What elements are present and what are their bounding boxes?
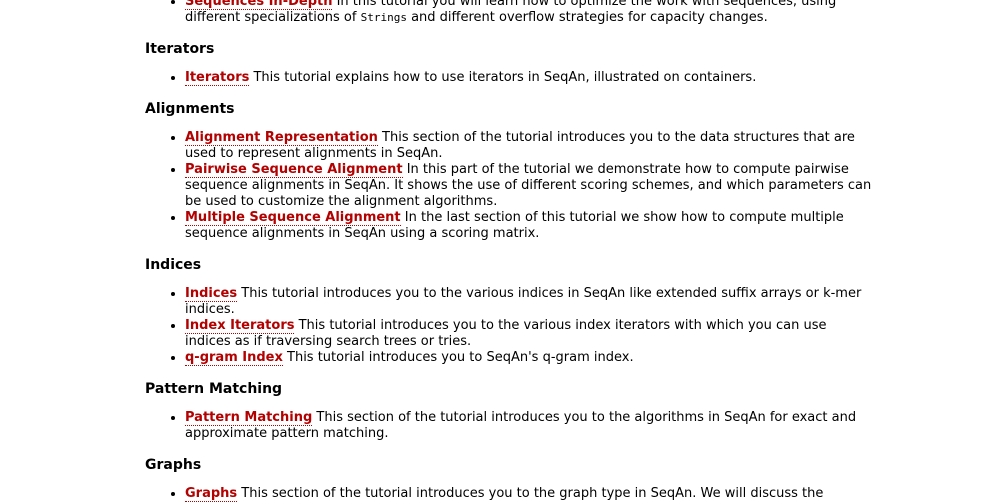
pattern-matching-link[interactable]: Pattern Matching bbox=[185, 410, 313, 426]
item-description: This section of the tutorial introduces … bbox=[237, 486, 824, 501]
iterators-link[interactable]: Iterators bbox=[185, 70, 250, 86]
heading-graphs: Graphs bbox=[145, 457, 202, 473]
sequences-in-depth-link[interactable]: Sequences In-Depth bbox=[185, 0, 333, 10]
graphs-list: Graphs This section of the tutorial intr… bbox=[145, 486, 873, 502]
list-item: Index Iterators This tutorial introduces… bbox=[185, 318, 873, 350]
item-description: This tutorial introduces you to SeqAn's … bbox=[282, 350, 634, 365]
tutorial-content: Sequences In-Depth In this tutorial you … bbox=[145, 0, 873, 502]
multiple-sequence-alignment-link[interactable]: Multiple Sequence Alignment bbox=[185, 210, 401, 226]
heading-alignments: Alignments bbox=[145, 101, 235, 117]
heading-indices: Indices bbox=[145, 257, 202, 273]
graphs-link[interactable]: Graphs bbox=[185, 486, 238, 502]
list-item: Iterators This tutorial explains how to … bbox=[185, 70, 873, 86]
list-item: Multiple Sequence Alignment In the last … bbox=[185, 210, 873, 242]
code-strings: Strings bbox=[360, 11, 407, 24]
item-description: This tutorial explains how to use iterat… bbox=[249, 70, 757, 85]
alignment-representation-link[interactable]: Alignment Representation bbox=[185, 130, 378, 146]
pairwise-sequence-alignment-link[interactable]: Pairwise Sequence Alignment bbox=[185, 162, 403, 178]
list-item: Alignment Representation This section of… bbox=[185, 130, 873, 162]
sequences-list: Sequences In-Depth In this tutorial you … bbox=[145, 0, 873, 26]
item-description: This tutorial introduces you to the vari… bbox=[185, 286, 862, 317]
indices-link[interactable]: Indices bbox=[185, 286, 238, 302]
index-iterators-link[interactable]: Index Iterators bbox=[185, 318, 295, 334]
indices-list: Indices This tutorial introduces you to … bbox=[145, 286, 873, 366]
list-item: Graphs This section of the tutorial intr… bbox=[185, 486, 873, 502]
list-item: Pattern Matching This section of the tut… bbox=[185, 410, 873, 442]
list-item: Pairwise Sequence Alignment In this part… bbox=[185, 162, 873, 210]
q-gram-index-link[interactable]: q-gram Index bbox=[185, 350, 283, 366]
list-item: q-gram Index This tutorial introduces yo… bbox=[185, 350, 873, 366]
list-item: Indices This tutorial introduces you to … bbox=[185, 286, 873, 318]
item-description: and different overflow strategies for ca… bbox=[406, 10, 768, 25]
alignments-list: Alignment Representation This section of… bbox=[145, 130, 873, 242]
heading-pattern-matching: Pattern Matching bbox=[145, 381, 283, 397]
iterators-list: Iterators This tutorial explains how to … bbox=[145, 70, 873, 86]
pattern-matching-list: Pattern Matching This section of the tut… bbox=[145, 410, 873, 442]
heading-iterators: Iterators bbox=[145, 41, 215, 57]
list-item: Sequences In-Depth In this tutorial you … bbox=[185, 0, 873, 26]
